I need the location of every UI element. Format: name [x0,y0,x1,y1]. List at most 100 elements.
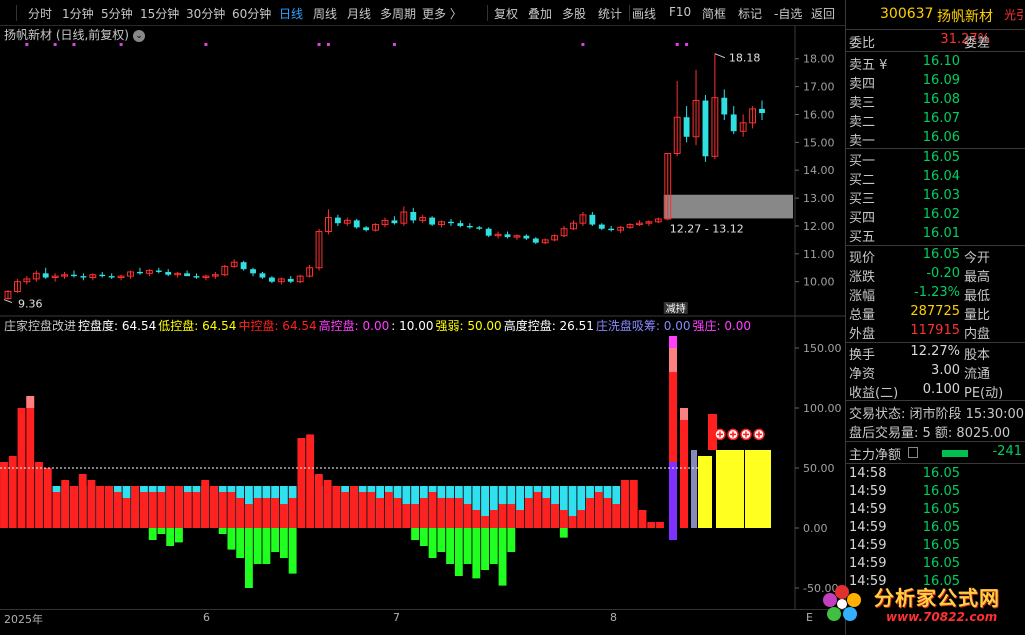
green-bar [236,528,245,558]
candle-body [287,278,294,282]
red-bar [113,492,122,528]
toolbar-button-19[interactable]: -自选 [774,5,802,22]
logo-url: www.70822.com [886,610,998,624]
candle-body [137,271,143,274]
signal-dot [392,43,396,46]
candle-body [721,97,728,115]
toolbar-button-8[interactable]: 月线 [347,5,371,22]
red-bar [358,492,367,528]
candle-body [250,269,256,274]
red-bar [78,474,87,528]
green-bar [279,528,288,558]
toolbar-separator [16,5,17,21]
red-bar [376,498,385,528]
bid-price: 16.01 [922,226,960,241]
toolbar-button-14[interactable]: 统计 [598,5,622,22]
red-bar [0,462,8,528]
toolbar-button-13[interactable]: 多股 [562,5,586,22]
red-bar [244,504,253,528]
quote-row: 外盘 117915 内盘 [846,323,1025,342]
ask-label: 卖三 [849,96,876,111]
yellow-bar [730,450,744,528]
toolbar-button-2[interactable]: 5分钟 [101,5,133,22]
ask-row: 卖一 16.06 [846,130,1025,149]
stock-code: 300637 [880,6,934,22]
toolbar-button-0[interactable]: 分时 [28,5,52,22]
red-bar [323,480,332,528]
red-bar [498,504,507,528]
right-tag: E [806,611,813,624]
logo-text: 分析家公式网 [874,586,1000,610]
toolbar-button-18[interactable]: 标记 [738,5,762,22]
red-bar [332,486,341,528]
bid-label: 买四 [849,211,876,226]
toolbar-button-16[interactable]: F10 [669,5,691,19]
bid-label: 买一 [849,154,876,169]
tick-time: 14:58 [849,466,887,481]
stock-name: 扬帆新材 [937,9,993,25]
ask-label: 卖五 ¥ [849,58,888,73]
year-label: 2025年 [4,613,43,626]
stats-label: 收益(二) [849,386,899,401]
candle-body [334,217,341,224]
toolbar-button-9[interactable]: 多周期 [380,5,416,22]
toolbar-button-4[interactable]: 30分钟 [186,5,225,22]
tail-gray-bar [691,450,697,528]
quote-label-2: 最高 [964,270,991,285]
red-bar [647,522,656,528]
toolbar-button-7[interactable]: 周线 [313,5,337,22]
price-tick-label: 14.00 [803,164,835,177]
bid-label: 买三 [849,192,876,207]
ask-price: 16.08 [922,92,960,107]
low-pointer [3,299,13,304]
ask-row: 卖二 16.07 [846,111,1025,130]
toolbar-button-3[interactable]: 15分钟 [140,5,179,22]
toolbar-button-5[interactable]: 60分钟 [232,5,271,22]
legend-item-1: 控盘度: 64.54 [78,319,157,333]
toolbar-button-10[interactable]: 更多 〉 [422,5,462,22]
candle-body [353,220,360,228]
green-bar [148,528,157,540]
toolbar-separator [629,5,630,21]
price-tick-label: 17.00 [803,81,835,94]
red-bar [472,510,481,528]
yellow-bar [745,450,759,528]
toolbar-button-1[interactable]: 1分钟 [62,5,94,22]
main-title-text: 扬帆新材 (日线,前复权) [4,28,129,42]
red-bar [516,510,524,528]
red-bar [218,492,227,528]
toolbar-button-20[interactable]: 返回 [811,5,835,22]
stats-label: 净资 [849,367,876,382]
price-tick-label: 10.00 [803,276,835,289]
red-bar [96,486,105,528]
red-bar [166,486,175,528]
tick-time: 14:59 [849,520,887,535]
tick-price: 16.05 [922,556,960,571]
toolbar-button-11[interactable]: 复权 [494,5,518,22]
yellow-bar [716,450,730,528]
candle-body [71,274,77,277]
toolbar-button-12[interactable]: 叠加 [528,5,552,22]
tail-pink-band-2 [680,408,688,420]
green-bar [227,528,236,550]
red-bar [594,492,603,528]
toolbar-button-17[interactable]: 简框 [702,5,726,22]
ind-tick-label: 100.00 [803,402,842,415]
candle-body [268,277,275,282]
tail-purple-bar [669,528,677,540]
ask-price: 16.07 [922,111,960,126]
low-price-label: 9.36 [18,298,43,311]
main-flow-value: -241 [992,444,1022,459]
month-label-8: 8 [610,611,617,624]
candle-body [466,225,473,228]
list-icon[interactable] [908,447,918,458]
red-bar [26,396,35,528]
chevron-down-icon[interactable]: ⌄ [133,30,145,42]
toolbar-button-6[interactable]: 日线 [279,5,303,22]
red-bar [201,480,210,528]
bid-price: 16.05 [922,150,960,165]
toolbar-button-15[interactable]: 画线 [632,5,656,22]
price-tick-label: 11.00 [803,248,835,261]
red-bar [271,498,280,528]
signal-dot [72,43,76,46]
